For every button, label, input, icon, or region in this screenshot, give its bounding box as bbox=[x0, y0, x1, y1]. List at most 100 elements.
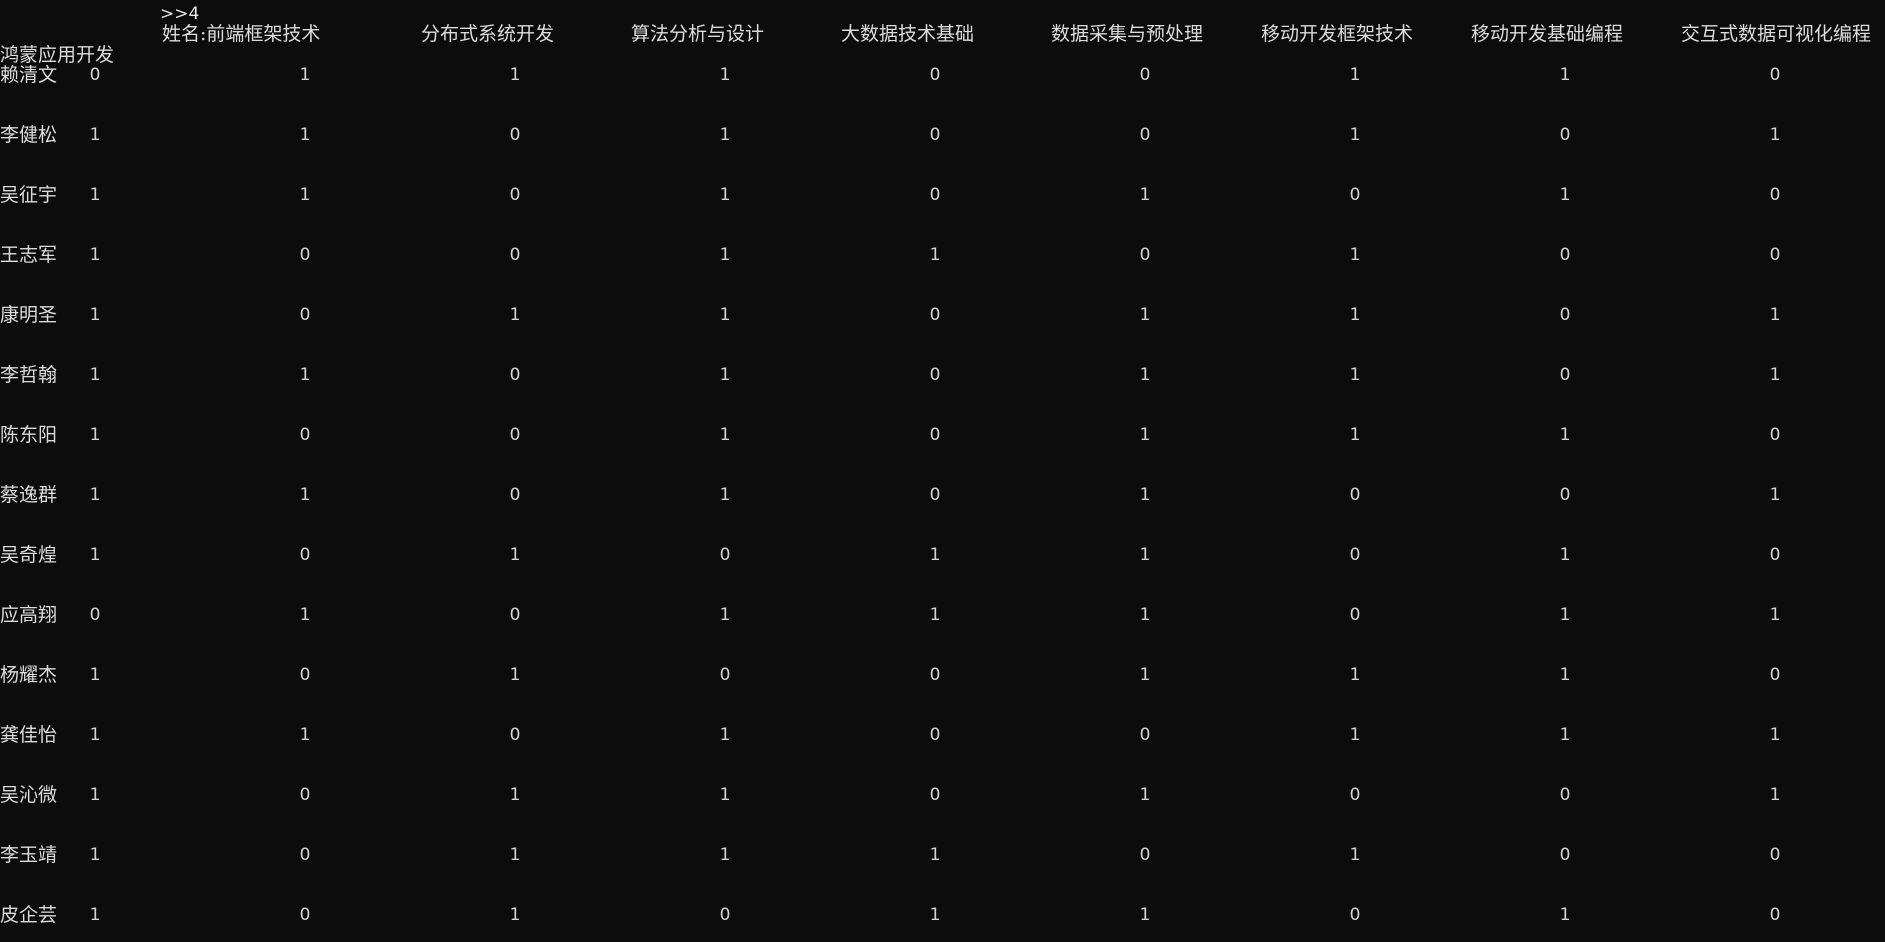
cell-value: 1 bbox=[1769, 605, 1781, 625]
cell-value: 1 bbox=[1139, 425, 1151, 445]
cell-value: 0 bbox=[1559, 245, 1571, 265]
cell-value: 0 bbox=[1139, 245, 1151, 265]
cell-value: 1 bbox=[89, 305, 101, 325]
cell-value: 1 bbox=[1139, 365, 1151, 385]
cell-value: 1 bbox=[1349, 725, 1361, 745]
column-header: 大数据技术基础 bbox=[841, 23, 975, 45]
table-row: 李玉靖 1 0 1 1 1 0 1 0 0 bbox=[0, 840, 1885, 870]
cell-value: 0 bbox=[1349, 185, 1361, 205]
cell-value: 1 bbox=[1349, 125, 1361, 145]
cell-value: 1 bbox=[1559, 65, 1571, 85]
cell-value: 0 bbox=[929, 425, 941, 445]
cell-value: 1 bbox=[509, 785, 521, 805]
cell-value: 0 bbox=[1769, 845, 1781, 865]
cell-value: 0 bbox=[1769, 905, 1781, 925]
cell-value: 1 bbox=[89, 845, 101, 865]
cell-value: 0 bbox=[1769, 665, 1781, 685]
cell-value: 1 bbox=[1559, 425, 1571, 445]
cell-value: 0 bbox=[509, 245, 521, 265]
cell-value: 1 bbox=[719, 725, 731, 745]
cell-value: 1 bbox=[1559, 185, 1571, 205]
cell-value: 0 bbox=[1769, 65, 1781, 85]
cell-value: 1 bbox=[509, 665, 521, 685]
cell-value: 1 bbox=[1349, 65, 1361, 85]
console-output[interactable]: >>4 姓名:前端框架技术 分布式系统开发 算法分析与设计 大数据技术基础 数据… bbox=[0, 0, 1885, 942]
cell-value: 0 bbox=[299, 425, 311, 445]
student-name: 皮企芸 bbox=[0, 904, 58, 926]
cell-value: 1 bbox=[1139, 785, 1151, 805]
cell-value: 0 bbox=[1559, 125, 1571, 145]
cell-value: 1 bbox=[1349, 305, 1361, 325]
cell-value: 0 bbox=[509, 605, 521, 625]
cell-value: 1 bbox=[509, 65, 521, 85]
cell-value: 0 bbox=[1559, 845, 1571, 865]
cell-value: 1 bbox=[1769, 305, 1781, 325]
cell-value: 0 bbox=[1139, 845, 1151, 865]
cell-value: 0 bbox=[1139, 125, 1151, 145]
cell-value: 0 bbox=[89, 65, 101, 85]
student-name: 吴沁微 bbox=[0, 784, 58, 806]
cell-value: 0 bbox=[509, 725, 521, 745]
cell-value: 0 bbox=[929, 125, 941, 145]
cell-value: 0 bbox=[1769, 185, 1781, 205]
student-name: 应高翔 bbox=[0, 604, 58, 626]
student-name: 王志军 bbox=[0, 244, 58, 266]
student-name: 蔡逸群 bbox=[0, 484, 58, 506]
cell-value: 1 bbox=[1349, 245, 1361, 265]
cell-value: 1 bbox=[1349, 665, 1361, 685]
cell-value: 1 bbox=[719, 125, 731, 145]
cell-value: 1 bbox=[1559, 725, 1571, 745]
table-row: 吴奇煌 1 0 1 0 1 1 0 1 0 bbox=[0, 540, 1885, 570]
cell-value: 0 bbox=[299, 665, 311, 685]
table-row: 李哲翰 1 1 0 1 0 1 1 0 1 bbox=[0, 360, 1885, 390]
table-row: 吴沁微 1 0 1 1 0 1 0 0 1 bbox=[0, 780, 1885, 810]
cell-value: 1 bbox=[89, 185, 101, 205]
cell-value: 1 bbox=[1349, 425, 1361, 445]
student-name: 吴征宇 bbox=[0, 184, 58, 206]
cell-value: 1 bbox=[89, 425, 101, 445]
cell-value: 1 bbox=[929, 905, 941, 925]
cell-value: 1 bbox=[89, 545, 101, 565]
cell-value: 1 bbox=[719, 485, 731, 505]
cell-value: 0 bbox=[89, 605, 101, 625]
cell-value: 0 bbox=[1559, 485, 1571, 505]
cell-value: 1 bbox=[1139, 545, 1151, 565]
cell-value: 1 bbox=[299, 125, 311, 145]
cell-value: 0 bbox=[1139, 725, 1151, 745]
cell-value: 1 bbox=[299, 65, 311, 85]
cell-value: 1 bbox=[299, 185, 311, 205]
cell-value: 0 bbox=[719, 665, 731, 685]
cell-value: 1 bbox=[1769, 725, 1781, 745]
cell-value: 0 bbox=[509, 185, 521, 205]
cell-value: 0 bbox=[929, 305, 941, 325]
cell-value: 0 bbox=[929, 725, 941, 745]
cell-value: 1 bbox=[1139, 305, 1151, 325]
cell-value: 1 bbox=[89, 365, 101, 385]
column-header: 移动开发框架技术 bbox=[1261, 23, 1414, 45]
table-row: 应高翔 0 1 0 1 1 1 0 1 1 bbox=[0, 600, 1885, 630]
table-row: 吴征宇 1 1 0 1 0 1 0 1 0 bbox=[0, 180, 1885, 210]
cell-value: 0 bbox=[929, 785, 941, 805]
cell-value: 0 bbox=[299, 905, 311, 925]
column-header-name-frontend: 姓名:前端框架技术 bbox=[162, 23, 321, 45]
cell-value: 1 bbox=[719, 785, 731, 805]
cell-value: 0 bbox=[509, 485, 521, 505]
table-row: 赖清文 0 1 1 1 0 0 1 1 0 bbox=[0, 60, 1885, 90]
cell-value: 1 bbox=[1139, 485, 1151, 505]
cell-value: 1 bbox=[719, 365, 731, 385]
cell-value: 1 bbox=[1559, 905, 1571, 925]
cell-value: 0 bbox=[929, 185, 941, 205]
cell-value: 1 bbox=[719, 845, 731, 865]
cell-value: 1 bbox=[719, 425, 731, 445]
cell-value: 1 bbox=[1139, 905, 1151, 925]
cell-value: 0 bbox=[1769, 545, 1781, 565]
student-name: 李玉靖 bbox=[0, 844, 58, 866]
command-prompt: >>4 bbox=[160, 4, 200, 24]
cell-value: 1 bbox=[89, 665, 101, 685]
cell-value: 0 bbox=[929, 485, 941, 505]
cell-value: 0 bbox=[509, 365, 521, 385]
cell-value: 0 bbox=[299, 845, 311, 865]
column-header: 移动开发基础编程 bbox=[1471, 23, 1624, 45]
cell-value: 1 bbox=[89, 125, 101, 145]
cell-value: 1 bbox=[1349, 845, 1361, 865]
